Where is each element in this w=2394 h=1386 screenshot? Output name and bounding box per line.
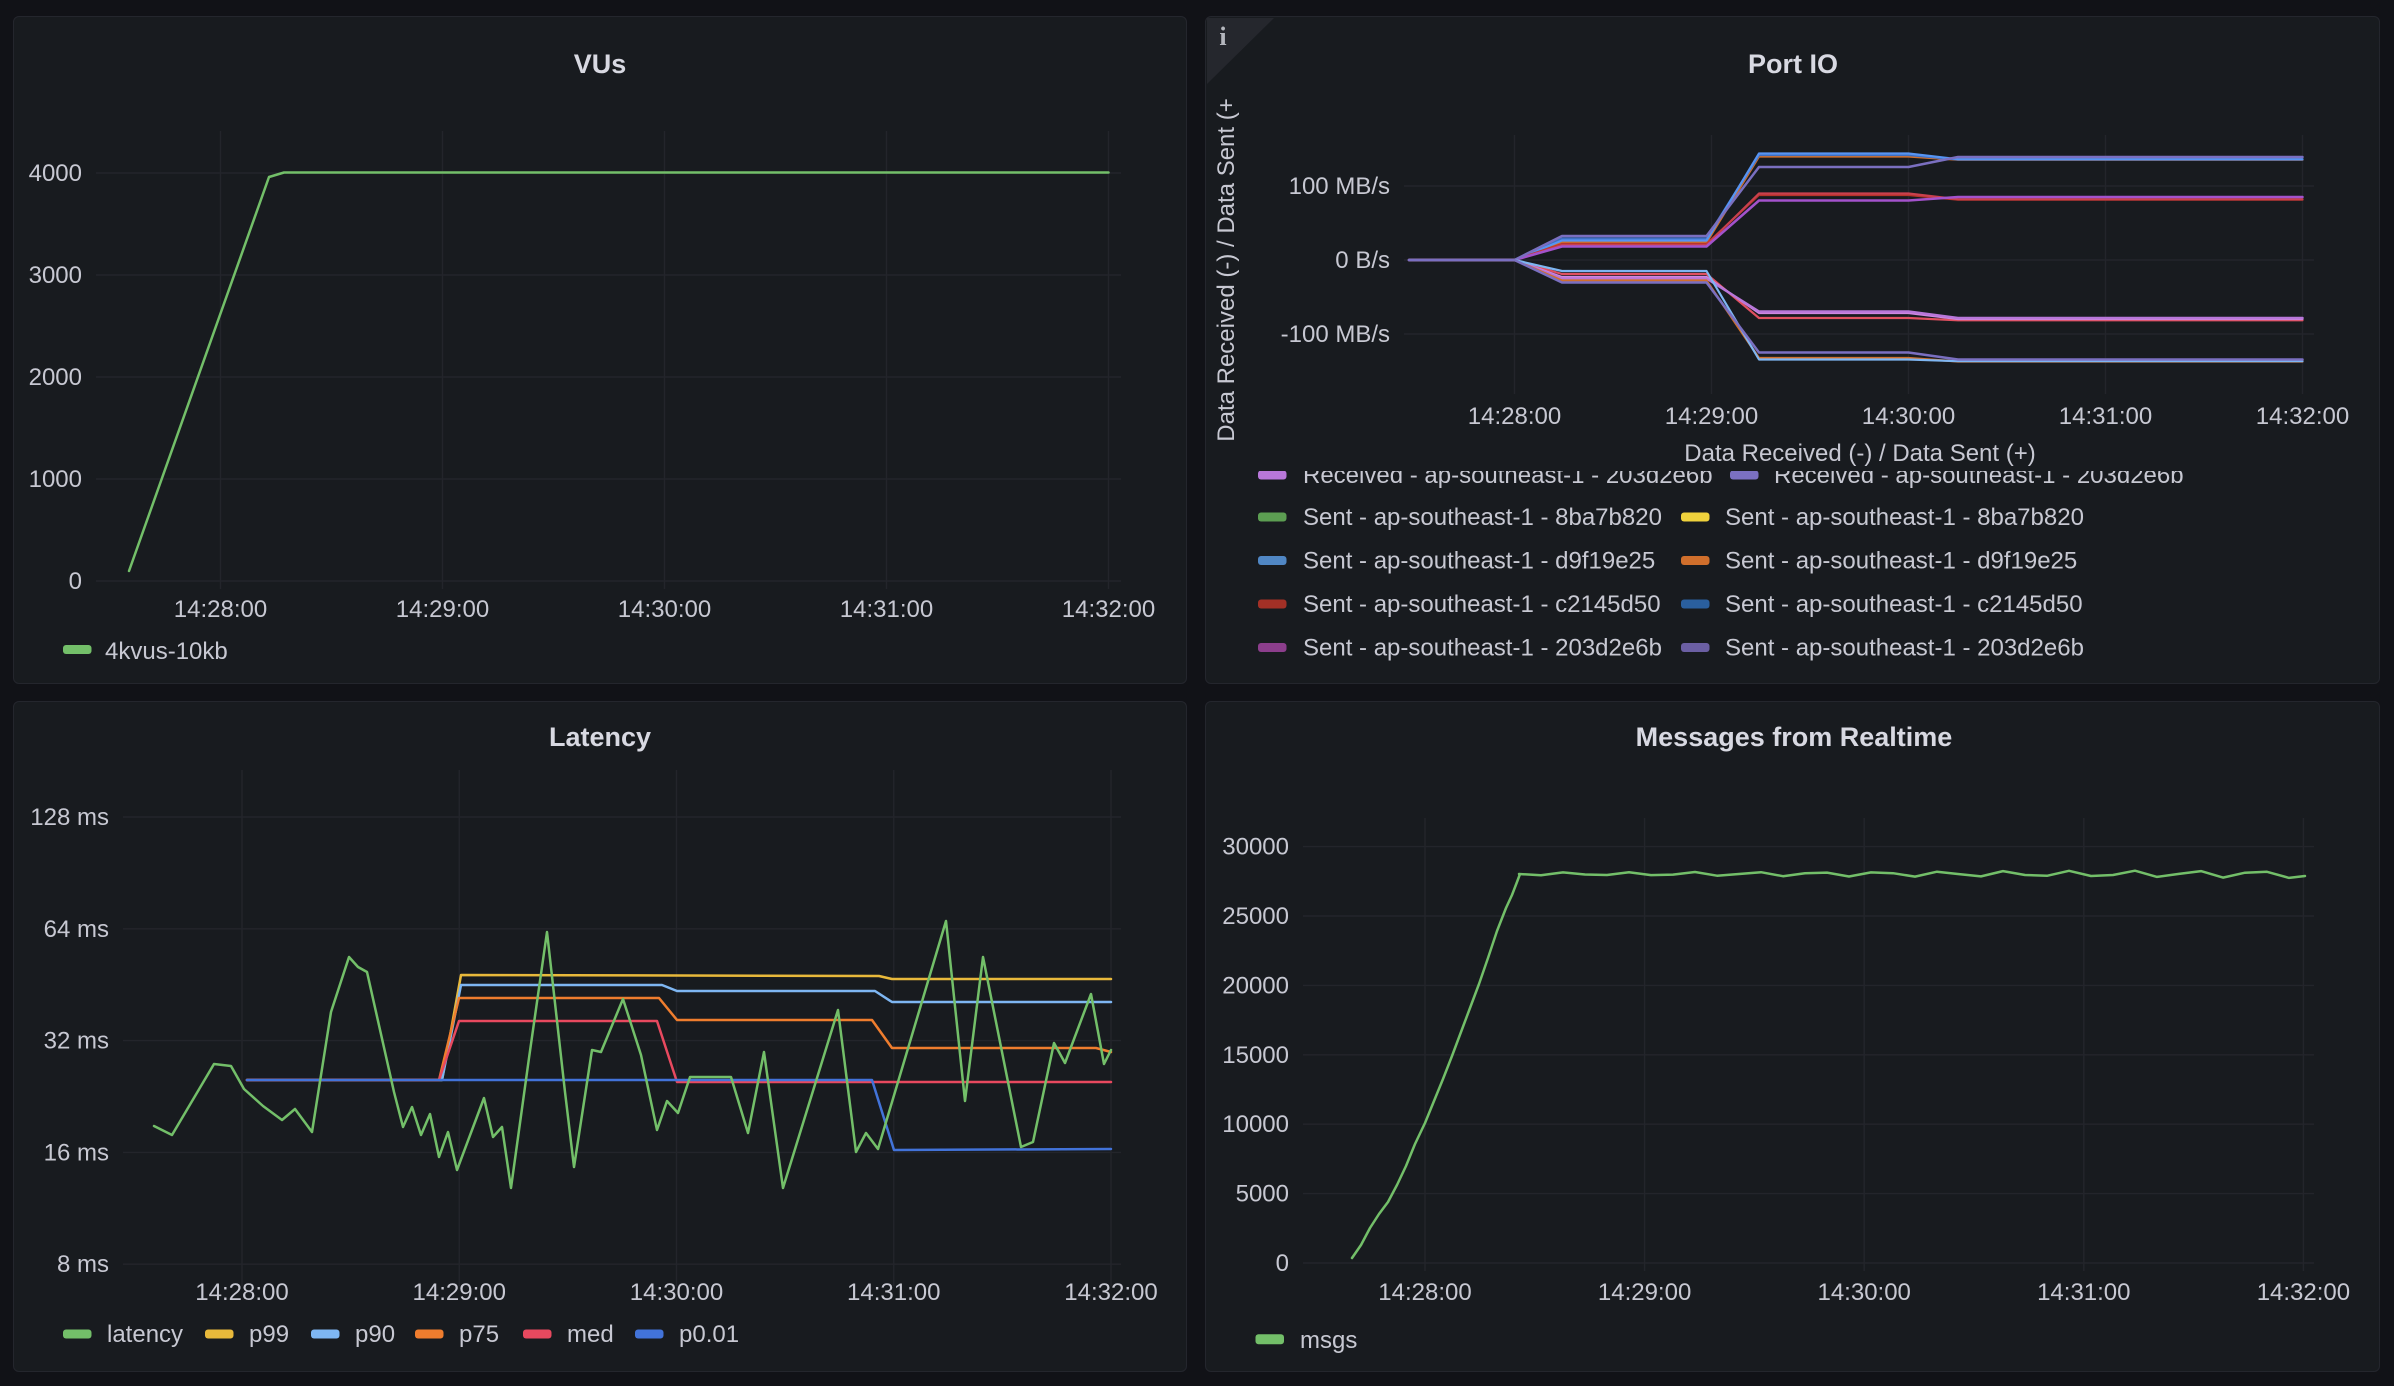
svg-text:Sent - ap-southeast-1 - d9f19e: Sent - ap-southeast-1 - d9f19e25	[1303, 548, 1655, 575]
svg-text:32 ms: 32 ms	[44, 1028, 109, 1055]
svg-text:Port IO: Port IO	[1748, 49, 1838, 79]
svg-text:8 ms: 8 ms	[57, 1251, 109, 1278]
svg-text:14:28:00: 14:28:00	[1468, 403, 1561, 430]
svg-text:14:30:00: 14:30:00	[630, 1279, 723, 1306]
svg-text:14:32:00: 14:32:00	[2257, 1279, 2350, 1306]
svg-text:latency: latency	[107, 1321, 183, 1348]
svg-text:14:29:00: 14:29:00	[1665, 403, 1758, 430]
svg-text:3000: 3000	[29, 262, 82, 289]
svg-text:14:32:00: 14:32:00	[2256, 403, 2349, 430]
svg-text:14:30:00: 14:30:00	[618, 596, 711, 623]
svg-text:14:30:00: 14:30:00	[1817, 1279, 1910, 1306]
svg-text:p99: p99	[249, 1321, 289, 1348]
svg-text:14:32:00: 14:32:00	[1062, 596, 1155, 623]
svg-text:0: 0	[69, 568, 82, 595]
svg-text:14:28:00: 14:28:00	[174, 596, 267, 623]
svg-text:4000: 4000	[29, 160, 82, 187]
svg-text:16 ms: 16 ms	[44, 1139, 109, 1166]
svg-text:p75: p75	[459, 1321, 499, 1348]
svg-text:20000: 20000	[1222, 972, 1289, 999]
svg-text:p0.01: p0.01	[679, 1321, 739, 1348]
svg-text:4kvus-10kb: 4kvus-10kb	[105, 638, 228, 665]
svg-text:64 ms: 64 ms	[44, 916, 109, 943]
svg-text:14:29:00: 14:29:00	[396, 596, 489, 623]
svg-text:Latency: Latency	[549, 722, 651, 752]
svg-text:14:31:00: 14:31:00	[847, 1279, 940, 1306]
svg-text:14:28:00: 14:28:00	[1378, 1279, 1471, 1306]
svg-text:2000: 2000	[29, 364, 82, 391]
svg-text:i: i	[1219, 22, 1226, 51]
svg-text:15000: 15000	[1222, 1042, 1289, 1069]
svg-text:med: med	[567, 1321, 614, 1348]
svg-text:p90: p90	[355, 1321, 395, 1348]
svg-text:14:31:00: 14:31:00	[2037, 1279, 2130, 1306]
svg-text:14:29:00: 14:29:00	[413, 1279, 506, 1306]
svg-text:14:30:00: 14:30:00	[1862, 403, 1955, 430]
svg-text:Messages from Realtime: Messages from Realtime	[1636, 722, 1953, 752]
svg-text:-100 MB/s: -100 MB/s	[1281, 321, 1390, 348]
svg-text:Sent - ap-southeast-1 - 203d2e: Sent - ap-southeast-1 - 203d2e6b	[1303, 635, 1662, 662]
svg-text:Sent - ap-southeast-1 - 8ba7b8: Sent - ap-southeast-1 - 8ba7b820	[1725, 504, 2084, 531]
svg-text:0: 0	[1276, 1250, 1289, 1277]
svg-text:25000: 25000	[1222, 903, 1289, 930]
svg-text:Sent - ap-southeast-1 - d9f19e: Sent - ap-southeast-1 - d9f19e25	[1725, 548, 2077, 575]
svg-text:VUs: VUs	[574, 49, 627, 79]
svg-text:14:32:00: 14:32:00	[1064, 1279, 1157, 1306]
svg-text:10000: 10000	[1222, 1111, 1289, 1138]
svg-text:Sent - ap-southeast-1 - c2145d: Sent - ap-southeast-1 - c2145d50	[1725, 591, 2083, 618]
svg-text:14:28:00: 14:28:00	[195, 1279, 288, 1306]
svg-text:Data Received (-) / Data Sent: Data Received (-) / Data Sent (+	[1213, 98, 1240, 441]
svg-text:Data Received (-) / Data Sent: Data Received (-) / Data Sent (+)	[1684, 440, 2035, 467]
svg-text:30000: 30000	[1222, 834, 1289, 861]
svg-text:Sent - ap-southeast-1 - 203d2e: Sent - ap-southeast-1 - 203d2e6b	[1725, 635, 2084, 662]
svg-text:14:31:00: 14:31:00	[840, 596, 933, 623]
svg-text:Sent - ap-southeast-1 - c2145d: Sent - ap-southeast-1 - c2145d50	[1303, 591, 1661, 618]
svg-text:14:29:00: 14:29:00	[1598, 1279, 1691, 1306]
svg-text:Sent - ap-southeast-1 - 8ba7b8: Sent - ap-southeast-1 - 8ba7b820	[1303, 504, 1662, 531]
svg-text:1000: 1000	[29, 466, 82, 493]
svg-text:14:31:00: 14:31:00	[2059, 403, 2152, 430]
svg-text:msgs: msgs	[1300, 1327, 1357, 1354]
svg-text:100 MB/s: 100 MB/s	[1289, 173, 1390, 200]
svg-text:0 B/s: 0 B/s	[1335, 247, 1390, 274]
svg-text:Received - ap-southeast-1 - 20: Received - ap-southeast-1 - 203d2e6b	[1303, 462, 1713, 489]
svg-text:128 ms: 128 ms	[30, 804, 109, 831]
svg-text:5000: 5000	[1236, 1181, 1289, 1208]
